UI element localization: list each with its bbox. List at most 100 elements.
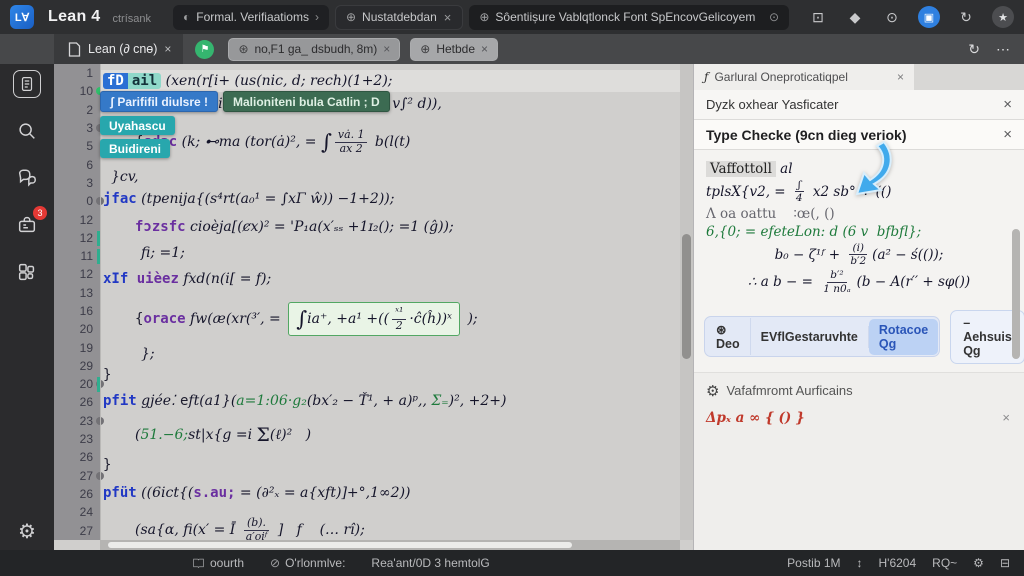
gutter-line[interactable]: 12: [54, 229, 100, 247]
browser-tabs: ◐Formal. Verifiaatioms› ⊕ Nustatdebdan × ⊕Sô…: [173, 5, 789, 30]
code-token: xIf: [103, 271, 128, 287]
scrollbar-thumb[interactable]: [682, 234, 691, 359]
gutter-line[interactable]: 26: [54, 448, 100, 466]
close-icon[interactable]: ×: [383, 42, 390, 56]
gutter-line[interactable]: 5: [54, 137, 100, 155]
gutter-line[interactable]: 23: [54, 430, 100, 448]
gutter-line[interactable]: 12: [54, 265, 100, 283]
code-line[interactable]: pfit gjée⁚ eft(a1}(a=1:06·g₂(bx′₂ − Ť¹, …: [101, 386, 680, 416]
status-item[interactable]: Rea'ant/0D 3 hemtolG: [371, 556, 489, 570]
chat-icon[interactable]: [13, 164, 41, 192]
gutter-line[interactable]: 26: [54, 393, 100, 411]
status-item[interactable]: ↕: [857, 556, 863, 570]
code-line[interactable]: fDail (xen(r[i+ (us(nic, d; rech)(1+2);: [101, 70, 680, 92]
sync-icon[interactable]: ↻: [968, 41, 980, 58]
gutter-line[interactable]: 12: [54, 210, 100, 228]
code-action-badge[interactable]: Buidireni: [100, 139, 170, 158]
panel-tab[interactable]: ƒ Garlural Oneproticatiqpel ×: [694, 64, 914, 90]
code-editor[interactable]: 1102356301212111213162019292026232326272…: [54, 64, 693, 550]
gutter-line[interactable]: 3: [54, 119, 100, 137]
editor-vertical-scrollbar[interactable]: [680, 64, 693, 540]
status-item[interactable]: ⚙: [973, 556, 984, 570]
status-item[interactable]: ⊟: [1000, 556, 1010, 570]
code-line[interactable]: jfac (tpenija{(s⁴rt(a₀¹ = ∫xΓ ŵ)) −1+2))…: [101, 186, 680, 212]
panel-seg-button[interactable]: ⊛ Deo: [706, 318, 751, 355]
code-line[interactable]: xIf uièez fxd(n(i[ = f);: [101, 264, 680, 294]
gutter-line[interactable]: 0: [54, 192, 100, 210]
close-icon[interactable]: ×: [1003, 126, 1012, 143]
tab-icon: ⊛: [238, 42, 248, 56]
gutter-line[interactable]: 24: [54, 503, 100, 521]
code-line[interactable]: };: [101, 344, 680, 364]
gutter-line[interactable]: 16: [54, 302, 100, 320]
gutter-line[interactable]: 27: [54, 467, 100, 485]
pin-icon[interactable]: ⚑: [195, 40, 214, 59]
browser-tab[interactable]: ⊕Nustatdebdan×: [335, 5, 463, 30]
code-line[interactable]: }: [101, 364, 680, 386]
gutter-line[interactable]: 20: [54, 375, 100, 393]
close-icon[interactable]: ×: [481, 42, 488, 56]
status-item[interactable]: Postib 1M: [787, 556, 840, 570]
scrollbar-thumb[interactable]: [108, 542, 572, 548]
tab-icon: ⊕: [479, 10, 489, 24]
app-icon[interactable]: ▣: [918, 6, 940, 28]
explorer-icon[interactable]: [13, 70, 41, 98]
badge-icon: ⚙: [706, 382, 719, 400]
close-icon[interactable]: ×: [1003, 96, 1012, 113]
status-item[interactable]: oourth: [192, 556, 244, 570]
extensions-icon[interactable]: [13, 258, 41, 286]
browser-tab[interactable]: ⊕Sôentiișure Vablqtlonck Font SpEncovGel…: [469, 5, 789, 30]
close-icon[interactable]: ×: [897, 70, 904, 84]
gutter-line[interactable]: 6: [54, 155, 100, 173]
tab-lean-file[interactable]: Lean (∂ cnɵ) ×: [54, 34, 183, 64]
gutter-line[interactable]: 13: [54, 284, 100, 302]
gutter-line[interactable]: 3: [54, 174, 100, 192]
editor-tab[interactable]: ⊕Hetbde×: [410, 38, 498, 61]
gutter-line[interactable]: 20: [54, 320, 100, 338]
code-action-badge[interactable]: Malioniteni bula Catlin ; D: [223, 91, 390, 112]
gutter-line[interactable]: 27: [54, 521, 100, 539]
code-action-badge[interactable]: ʃ Parififil diulsre !: [100, 91, 218, 112]
status-item[interactable]: RQ~: [932, 556, 957, 570]
search-icon[interactable]: [13, 117, 41, 145]
code-line[interactable]: (sa{α, fi(x′ = Ī (b).a′oiᶠ ] f (… rî);: [101, 510, 680, 540]
gutter-line[interactable]: 10: [54, 82, 100, 100]
gutter-line[interactable]: 11: [54, 247, 100, 265]
close-icon[interactable]: ×: [443, 10, 453, 25]
close-icon[interactable]: ×: [164, 42, 171, 56]
code-line[interactable]: }: [101, 454, 680, 476]
editor-tab[interactable]: ⊛no‚F1 ga_ dsbudh‚ 8m)×: [228, 38, 400, 61]
code-line[interactable]: pfüt ((6ict{(s.au; = (∂²ₓ = a{xft)]+°,1∞…: [101, 476, 680, 510]
status-item[interactable]: H'6204: [879, 556, 917, 570]
status-item[interactable]: ⊘O'rlonmlve:: [270, 556, 345, 570]
star-icon[interactable]: ★: [992, 6, 1014, 28]
panel-footer: ⚙ Vafafmromt Aurficains: [694, 373, 1024, 404]
more-icon[interactable]: ⋯: [996, 41, 1010, 58]
panel-seg-button[interactable]: Rotacoe Qg: [869, 319, 938, 355]
compass-icon[interactable]: ⊙: [881, 6, 903, 28]
line-number: 3: [86, 176, 93, 190]
gutter-line[interactable]: 29: [54, 357, 100, 375]
code-line[interactable]: {orace fw(æ(xr(³′, = ∫ia⁺, +a¹ +((ˣ¹2·ĉ(…: [101, 294, 680, 344]
close-icon[interactable]: ×: [1002, 410, 1010, 425]
gutter-line[interactable]: 1: [54, 64, 100, 82]
comment-icon[interactable]: ⊡: [807, 6, 829, 28]
gutter-line[interactable]: 23: [54, 412, 100, 430]
panel-seg-button[interactable]: EVflGestaruvhte: [751, 326, 869, 348]
refresh-icon[interactable]: ↻: [955, 6, 977, 28]
editor-horizontal-scrollbar[interactable]: [100, 540, 680, 550]
code-line[interactable]: (51.−6;st|x{g =i Σ(ℓ)² ): [101, 416, 680, 454]
code-line[interactable]: }cv,: [101, 168, 680, 186]
tab-label: Nustatdebdan: [362, 10, 437, 24]
gutter-line[interactable]: 2: [54, 101, 100, 119]
code-line[interactable]: fɔzsfc cioèja[(ȼx)² = 'P₁a(x′ₛₛ +1ɪ₂(); …: [101, 212, 680, 242]
gutter-line[interactable]: 26: [54, 485, 100, 503]
code-line[interactable]: fi; =1;: [101, 242, 680, 264]
browser-tab[interactable]: ◐Formal. Verifiaatioms›: [173, 5, 329, 30]
settings-gear-icon[interactable]: ⚙: [0, 519, 54, 544]
code-action-badge[interactable]: Uyahascu: [100, 116, 175, 135]
drop-icon[interactable]: ◆: [844, 6, 866, 28]
panel-scrollbar[interactable]: [1012, 229, 1020, 359]
gutter-line[interactable]: 19: [54, 338, 100, 356]
debug-box-icon[interactable]: 3: [13, 211, 41, 239]
